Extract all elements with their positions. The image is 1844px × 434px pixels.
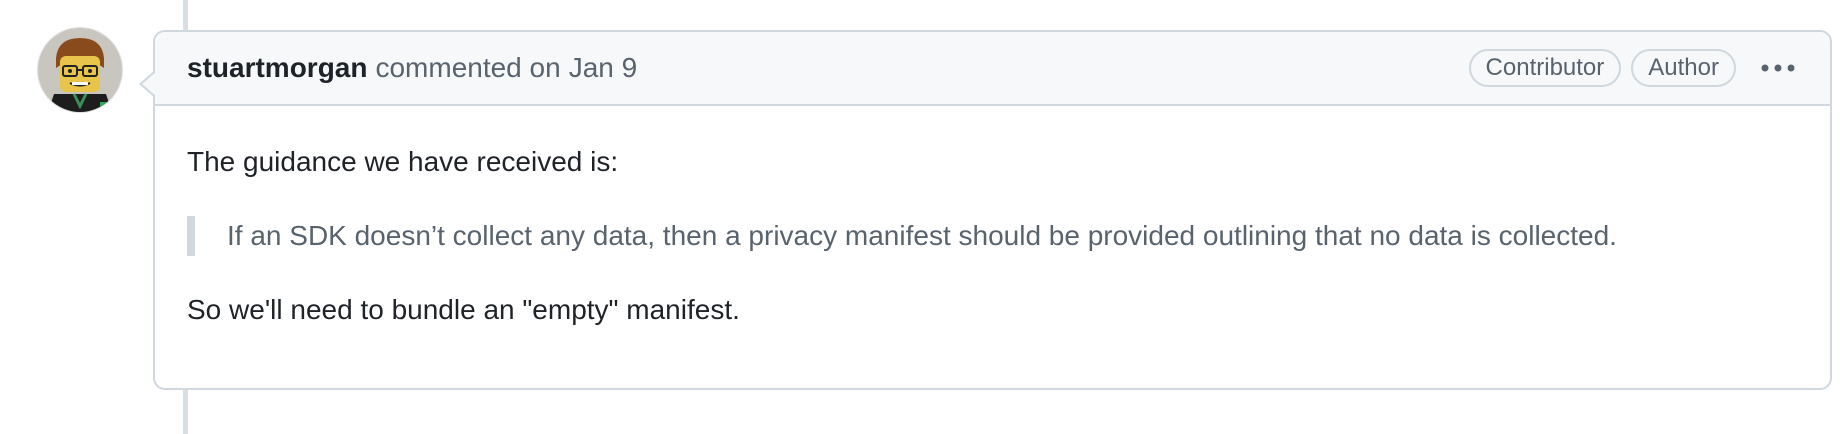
more-options-button[interactable] — [1750, 48, 1806, 88]
author-link[interactable]: stuartmorgan — [187, 52, 367, 84]
lego-avatar-icon — [38, 28, 122, 112]
contributor-badge: Contributor — [1468, 49, 1622, 87]
timeline-canvas: stuartmorgan commented on Jan 9 Contribu… — [0, 0, 1844, 434]
comment-paragraph: So we'll need to bundle an "empty" manif… — [187, 294, 740, 325]
comment-body: The guidance we have received is: If an … — [155, 106, 1830, 330]
comment-paragraph: The guidance we have received is: — [187, 146, 619, 177]
kebab-horizontal-icon — [1761, 64, 1795, 72]
author-badge: Author — [1631, 49, 1736, 87]
action-text: commented on — [375, 52, 561, 83]
comment-meta: stuartmorgan commented on Jan 9 — [187, 32, 637, 104]
comment-header-actions: Contributor Author — [1468, 32, 1806, 104]
author-avatar[interactable] — [38, 28, 122, 112]
comment-card: stuartmorgan commented on Jan 9 Contribu… — [139, 30, 1832, 390]
comment-header: stuartmorgan commented on Jan 9 Contribu… — [155, 32, 1830, 106]
comment-date-link[interactable]: Jan 9 — [569, 52, 638, 84]
comment-blockquote: If an SDK doesn’t collect any data, then… — [187, 216, 1798, 256]
